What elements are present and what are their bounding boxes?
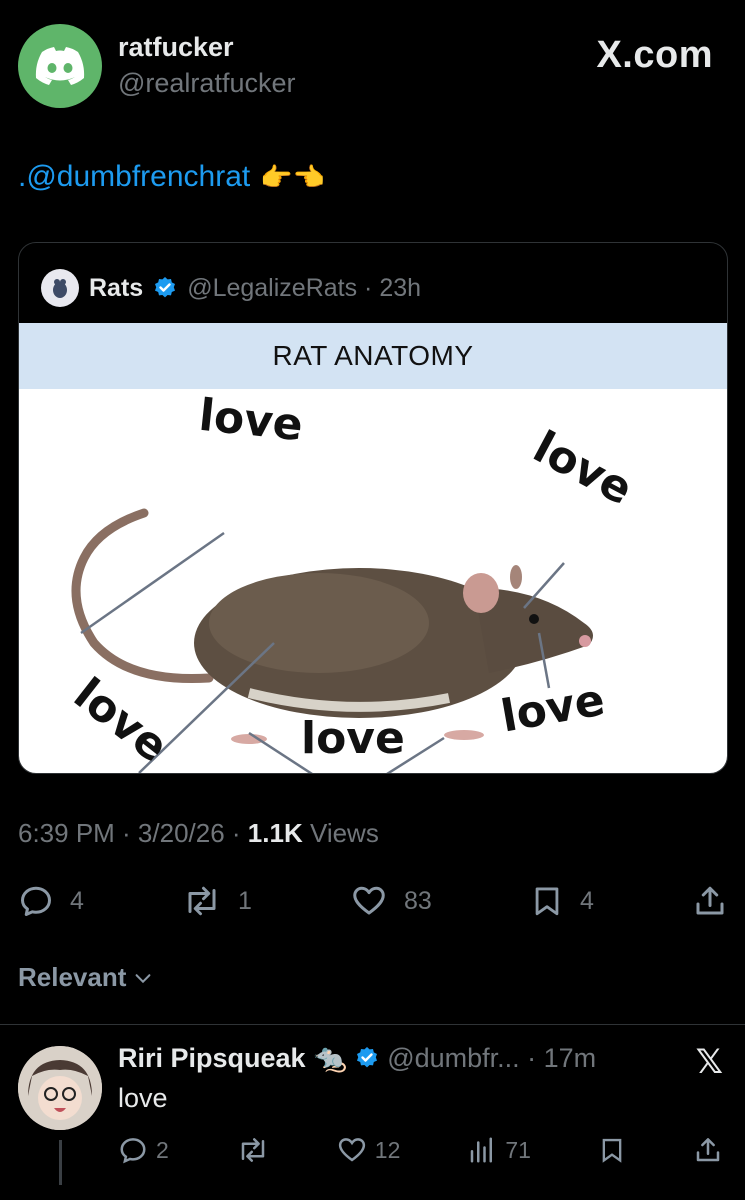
- reply-share-button[interactable]: [693, 1135, 723, 1165]
- reply-views-button[interactable]: 71: [467, 1135, 531, 1165]
- bookmark-button[interactable]: 4: [530, 883, 594, 919]
- share-icon: [696, 1138, 720, 1162]
- reply-count: 4: [70, 886, 84, 915]
- thread-line: [59, 1140, 62, 1185]
- reply-reply-count: 2: [156, 1136, 169, 1163]
- share-icon: [696, 886, 724, 915]
- views-label: Views: [302, 818, 379, 848]
- reply-text: love: [118, 1083, 168, 1113]
- like-count: 83: [404, 886, 432, 915]
- tweet-time-date[interactable]: 6:39 PM · 3/20/26 ·: [18, 818, 248, 848]
- reply-icon: [120, 1138, 146, 1164]
- author-handle[interactable]: @realratfucker: [118, 68, 295, 99]
- author-avatar[interactable]: [18, 24, 102, 108]
- reply-repost-button[interactable]: [236, 1135, 270, 1165]
- repost-count: 1: [238, 886, 252, 915]
- anime-avatar-icon: [18, 1046, 102, 1130]
- x-logo-icon: 𝕏: [695, 1043, 723, 1081]
- tweet-meta: 6:39 PM · 3/20/26 · 1.1K Views: [18, 818, 379, 849]
- bookmark-icon: [535, 887, 559, 916]
- divider: [0, 1024, 745, 1025]
- verified-badge-icon: [357, 1047, 378, 1068]
- quote-author-handle-time[interactable]: @LegalizeRats · 23h: [187, 274, 421, 303]
- like-button[interactable]: 83: [350, 883, 432, 919]
- reply-like-count: 12: [374, 1136, 401, 1163]
- reply-bookmark-button[interactable]: [598, 1135, 626, 1165]
- quote-tweet-card[interactable]: Rats @LegalizeRats · 23h RAT ANATOMY lov…: [18, 242, 728, 774]
- quote-author-name[interactable]: Rats: [89, 274, 143, 303]
- verified-badge-icon: [155, 277, 176, 298]
- reply-author-name[interactable]: Riri Pipsqueak: [118, 1043, 306, 1074]
- bookmark-count: 4: [579, 886, 594, 915]
- label-love-tail: love: [196, 389, 306, 452]
- sort-dropdown[interactable]: Relevant: [18, 962, 154, 993]
- reply-views-count: 71: [505, 1136, 531, 1163]
- quote-image[interactable]: RAT ANATOMY love love love love love: [19, 323, 727, 773]
- label-love-feet: love: [301, 713, 405, 764]
- quote-author-avatar[interactable]: [41, 269, 79, 307]
- reply-author-avatar[interactable]: [18, 1046, 102, 1130]
- share-button[interactable]: [692, 883, 728, 919]
- rat-emoji: 🐀: [313, 1043, 348, 1073]
- site-logo: X.com: [596, 34, 713, 76]
- pointing-fingers-emoji: 👉👈: [260, 161, 325, 192]
- reply-icon: [21, 886, 51, 916]
- views-chart-icon: [471, 1137, 493, 1163]
- chevron-down-icon: [135, 973, 151, 983]
- repost-icon: [241, 1138, 265, 1162]
- author-display-name[interactable]: ratfucker: [118, 32, 234, 63]
- repost-icon: [188, 886, 216, 916]
- sort-label: Relevant: [18, 962, 127, 992]
- views-count: 1.1K: [247, 818, 303, 848]
- tweet-action-bar: 4 1 83 4: [18, 878, 728, 924]
- reply-action-bar: 2 12 71: [118, 1130, 723, 1170]
- repost-button[interactable]: 1: [182, 883, 252, 919]
- reply-reply-button[interactable]: 2: [118, 1135, 169, 1165]
- discord-icon: [35, 47, 85, 85]
- bookmark-icon: [602, 1138, 622, 1163]
- reply-author-handle-time[interactable]: @dumbfr... · 17m: [387, 1043, 596, 1074]
- quote-header: Rats @LegalizeRats · 23h: [41, 269, 421, 307]
- reply-like-button[interactable]: 12: [337, 1135, 401, 1165]
- tweet-text: .@dumbfrenchrat 👉👈: [18, 160, 325, 194]
- heart-icon: [353, 886, 385, 915]
- mention-link[interactable]: .@dumbfrenchrat: [18, 160, 250, 194]
- reply-button[interactable]: 4: [18, 883, 84, 919]
- rat-icon: [53, 279, 67, 298]
- reply-header: Riri Pipsqueak 🐀 @dumbfr... · 17m: [118, 1042, 596, 1074]
- heart-icon: [338, 1138, 365, 1162]
